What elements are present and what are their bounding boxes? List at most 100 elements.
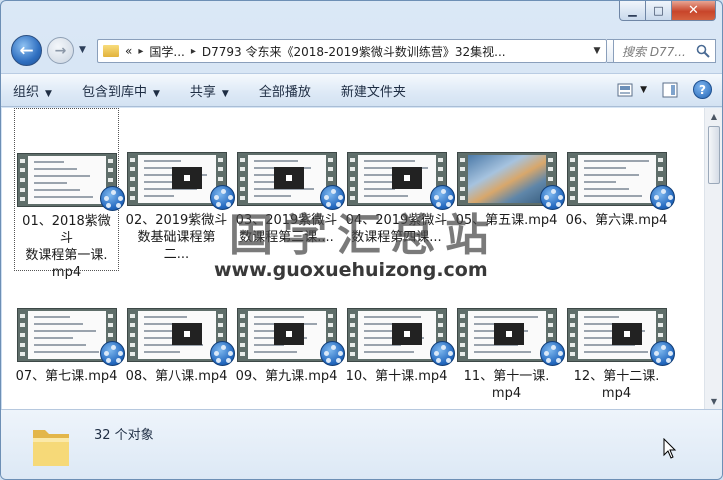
- file-name-line: 08、第八课.mp4: [125, 369, 228, 384]
- file-name-line: mp4: [491, 386, 522, 401]
- chevron-right-icon[interactable]: ▸: [138, 46, 143, 57]
- details-pane: 32 个对象: [1, 409, 722, 479]
- chevron-down-icon: ▼: [152, 88, 160, 99]
- play-all-button[interactable]: 全部播放: [259, 81, 311, 100]
- file-name: 12、第十二课. mp4: [564, 368, 669, 402]
- file-name-line: 04、2019紫微斗: [345, 213, 448, 228]
- caption-buttons: ▁ □ ✕: [619, 1, 716, 21]
- scroll-up-arrow[interactable]: ▲: [705, 108, 722, 124]
- video-thumbnail: [126, 308, 235, 366]
- help-button[interactable]: ?: [693, 80, 712, 99]
- address-bar[interactable]: « ▸ 国学... ▸ D7793 令东来《2018-2019紫微斗数训练营》3…: [97, 39, 607, 63]
- recent-pages-dropdown[interactable]: ▼: [79, 45, 86, 55]
- media-player-icon: [539, 185, 565, 210]
- chevron-right-icon[interactable]: ▸: [191, 46, 196, 57]
- organize-label: 组织: [13, 84, 40, 100]
- video-thumbnail: [126, 152, 235, 210]
- help-icon: ?: [699, 82, 706, 97]
- back-button[interactable]: ←: [11, 35, 42, 66]
- media-player-icon: [429, 341, 455, 366]
- file-name: 11、第十一课. mp4: [454, 368, 559, 402]
- organize-menu[interactable]: 组织 ▼: [13, 81, 52, 100]
- file-name-line: 07、第七课.mp4: [15, 369, 118, 384]
- file-item[interactable]: 11、第十一课. mp4: [454, 264, 565, 409]
- file-item[interactable]: 06、第六课.mp4: [564, 108, 675, 271]
- folder-icon: [103, 45, 119, 57]
- file-name-line: mp4: [601, 386, 632, 401]
- file-name-line: 数课程第三课....: [239, 230, 334, 245]
- file-name: 07、第七课.mp4: [14, 368, 119, 385]
- file-item[interactable]: 02、2019紫微斗数基础课程第二...: [124, 108, 235, 271]
- chevron-down-icon: ▼: [640, 84, 647, 95]
- file-name-line: 05、第五课.mp4: [455, 213, 558, 228]
- media-player-icon: [209, 341, 235, 366]
- file-item[interactable]: 05、第五课.mp4: [454, 108, 565, 271]
- file-item[interactable]: 12、第十二课. mp4: [564, 264, 675, 409]
- command-bar: 组织 ▼ 包含到库中 ▼ 共享 ▼ 全部播放 新建文件夹 ▼ ?: [1, 73, 722, 107]
- file-name: 02、2019紫微斗数基础课程第二...: [124, 212, 229, 263]
- file-item[interactable]: 01、2018紫微斗 数课程第一课. mp4: [14, 108, 125, 280]
- vertical-scrollbar[interactable]: ▲ ▼: [704, 108, 722, 409]
- breadcrumb-segment[interactable]: D7793 令东来《2018-2019紫微斗数训练营》32集视...: [202, 43, 506, 60]
- file-item[interactable]: 08、第八课.mp4: [124, 264, 235, 409]
- file-name: 08、第八课.mp4: [124, 368, 229, 385]
- file-name-line: 06、第六课.mp4: [565, 213, 668, 228]
- file-name-line: 09、第九课.mp4: [235, 369, 338, 384]
- scrollbar-thumb[interactable]: [708, 126, 720, 184]
- video-thumbnail: [346, 308, 455, 366]
- minimize-button[interactable]: ▁: [619, 1, 646, 21]
- mouse-cursor-icon: [663, 438, 677, 459]
- file-name: 09、第九课.mp4: [234, 368, 339, 385]
- file-item[interactable]: 04、2019紫微斗 数课程第四课...: [344, 108, 455, 271]
- include-in-library-menu[interactable]: 包含到库中 ▼: [82, 81, 160, 100]
- search-icon: [696, 44, 710, 58]
- view-icon: [617, 83, 633, 96]
- file-name-line: 03、2019紫微斗: [235, 213, 338, 228]
- search-input[interactable]: 搜索 D77...: [613, 39, 716, 63]
- video-thumbnail: [16, 153, 125, 211]
- change-view-button[interactable]: ▼: [616, 81, 647, 99]
- address-dropdown[interactable]: ▼: [588, 40, 606, 62]
- file-name-line: 01、2018紫微斗: [22, 214, 111, 246]
- video-thumbnail: [346, 152, 455, 210]
- preview-pane-icon[interactable]: [661, 81, 679, 99]
- arrow-right-icon: →: [54, 42, 67, 59]
- file-name: 10、第十课.mp4: [344, 368, 449, 385]
- video-thumbnail: [16, 308, 125, 366]
- media-player-icon: [429, 185, 455, 210]
- close-button[interactable]: ✕: [672, 1, 716, 21]
- file-list: 01、2018紫微斗数课程第一课. mp4 02、2019紫微斗数基础课程第二...…: [2, 108, 704, 409]
- media-player-icon: [209, 185, 235, 210]
- file-name: 04、2019紫微斗 数课程第四课...: [344, 212, 449, 246]
- video-thumbnail: [236, 152, 345, 210]
- file-item[interactable]: 09、第九课.mp4: [234, 264, 345, 409]
- file-name-line: 数基础课程第二...: [137, 230, 216, 262]
- video-thumbnail: [236, 308, 345, 366]
- media-player-icon: [319, 185, 345, 210]
- address-overflow[interactable]: «: [125, 44, 132, 58]
- file-item[interactable]: 03、2019紫微斗 数课程第三课....: [234, 108, 345, 271]
- folder-icon: [33, 430, 69, 466]
- file-name-line: 数课程第一课.: [25, 248, 108, 263]
- chevron-down-icon: ▼: [45, 88, 52, 99]
- file-item[interactable]: 10、第十课.mp4: [344, 264, 455, 409]
- file-name-line: 数课程第四课...: [351, 230, 442, 245]
- file-name: 06、第六课.mp4: [564, 212, 669, 229]
- video-thumbnail: [566, 152, 675, 210]
- new-folder-button[interactable]: 新建文件夹: [341, 81, 406, 100]
- breadcrumb-segment[interactable]: 国学...: [149, 43, 184, 60]
- media-player-icon: [99, 341, 125, 366]
- forward-button[interactable]: →: [47, 37, 74, 64]
- search-placeholder: 搜索 D77...: [622, 44, 686, 59]
- video-thumbnail: [566, 308, 675, 366]
- arrow-left-icon: ←: [19, 40, 34, 61]
- scroll-down-arrow[interactable]: ▼: [705, 393, 722, 409]
- media-player-icon: [319, 341, 345, 366]
- video-thumbnail: [456, 152, 565, 210]
- file-item[interactable]: 07、第七课.mp4: [14, 264, 125, 409]
- maximize-button[interactable]: □: [646, 1, 672, 21]
- file-name-line: 02、2019紫微斗: [125, 213, 228, 228]
- navigation-bar: ← → ▼ « ▸ 国学... ▸ D7793 令东来《2018-2019紫微斗…: [1, 31, 722, 69]
- media-player-icon: [539, 341, 565, 366]
- share-menu[interactable]: 共享 ▼: [190, 81, 229, 100]
